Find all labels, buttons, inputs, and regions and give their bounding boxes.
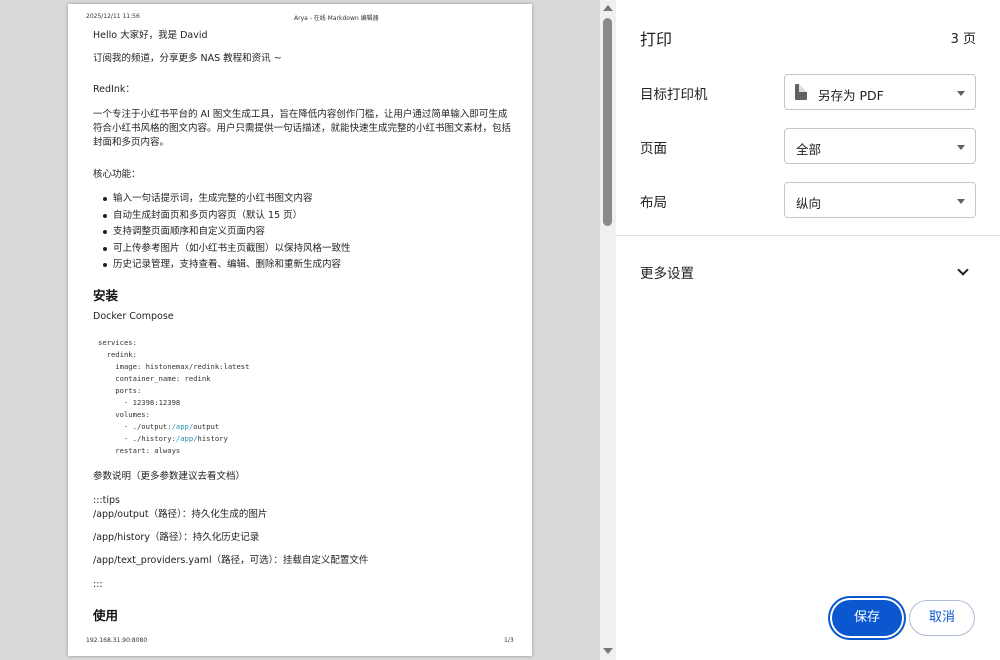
pages-select[interactable]: 全部 bbox=[784, 128, 976, 164]
list-item: 输入一句话提示词，生成完整的小红书图文内容 bbox=[93, 191, 351, 208]
scroll-down-arrow-icon[interactable] bbox=[603, 648, 613, 654]
history-path-line: /app/history（路径）：持久化历史记录 bbox=[93, 532, 260, 543]
preview-page: 2025/12/11 11:56 Arya - 在线 Markdown 编辑器 … bbox=[68, 4, 532, 656]
tips-open: :::tips bbox=[93, 495, 120, 506]
more-settings-label: 更多设置 bbox=[640, 266, 694, 282]
features-list: 输入一句话提示词，生成完整的小红书图文内容 自动生成封面页和多页内容页（默认 1… bbox=[93, 191, 351, 274]
features-title: 核心功能： bbox=[93, 169, 141, 180]
save-button[interactable]: 保存 bbox=[832, 600, 902, 636]
layout-label: 布局 bbox=[640, 195, 667, 211]
preview-scrollbar[interactable] bbox=[600, 0, 616, 660]
page-header-datetime: 2025/12/11 11:56 bbox=[86, 13, 140, 20]
page-footer-url: 192.168.31.90:8080 bbox=[86, 637, 148, 644]
print-settings-panel: 打印 3 页 目标打印机 另存为 PDF 页面 全部 布局 纵向 更多设置 保存… bbox=[616, 0, 1000, 660]
page-count: 3 页 bbox=[950, 32, 976, 47]
page-footer-number: 1/3 bbox=[504, 637, 514, 644]
usage-heading: 使用 bbox=[93, 608, 119, 623]
layout-value: 纵向 bbox=[796, 196, 822, 211]
list-item: 支持调整页面顺序和自定义页面内容 bbox=[93, 224, 351, 241]
panel-title: 打印 bbox=[640, 30, 673, 49]
list-item: 自动生成封面页和多页内容页（默认 15 页） bbox=[93, 208, 351, 225]
list-item: 历史记录管理，支持查看、编辑、删除和重新生成内容 bbox=[93, 257, 351, 274]
layout-select[interactable]: 纵向 bbox=[784, 182, 976, 218]
dropdown-arrow-icon bbox=[957, 199, 965, 204]
section-divider bbox=[616, 235, 1000, 236]
printer-value: 另存为 PDF bbox=[818, 88, 884, 103]
dropdown-arrow-icon bbox=[957, 91, 965, 96]
pages-label: 页面 bbox=[640, 141, 667, 157]
scroll-up-arrow-icon[interactable] bbox=[603, 5, 613, 11]
dropdown-arrow-icon bbox=[957, 145, 965, 150]
pages-value: 全部 bbox=[796, 142, 822, 157]
print-preview-area: 2025/12/11 11:56 Arya - 在线 Markdown 编辑器 … bbox=[0, 0, 616, 660]
printer-label: 目标打印机 bbox=[640, 87, 708, 103]
scrollbar-thumb[interactable] bbox=[603, 18, 612, 226]
cancel-button[interactable]: 取消 bbox=[909, 600, 975, 636]
greeting-line: Hello 大家好，我是 David bbox=[93, 30, 208, 41]
tips-close: ::: bbox=[93, 579, 103, 590]
pdf-document-icon bbox=[795, 84, 807, 100]
list-item: 可上传参考图片（如小红书主页截图）以保持风格一致性 bbox=[93, 241, 351, 258]
params-line: 参数说明（更多参数建议去看文档） bbox=[93, 471, 246, 482]
code-block: services: redink: image: histonemax/redi… bbox=[98, 338, 250, 455]
more-settings-toggle[interactable]: 更多设置 bbox=[616, 252, 1000, 292]
redink-title: RedInk： bbox=[93, 84, 135, 95]
install-heading: 安装 bbox=[93, 288, 119, 303]
subscribe-line: 订阅我的频道，分享更多 NAS 教程和资讯 ~ bbox=[93, 53, 282, 64]
chevron-down-icon bbox=[957, 264, 969, 276]
output-path-line: /app/output（路径）：持久化生成的图片 bbox=[93, 509, 268, 520]
providers-path-line: /app/text_providers.yaml（路径，可选）：挂载自定义配置文… bbox=[93, 555, 369, 566]
intro-paragraph: 一个专注于小红书平台的 AI 图文生成工具，旨在降低内容创作门槛，让用户通过简单… bbox=[93, 109, 512, 148]
docker-compose-label: Docker Compose bbox=[93, 311, 174, 322]
page-header-title: Arya - 在线 Markdown 编辑器 bbox=[294, 15, 379, 22]
printer-select[interactable]: 另存为 PDF bbox=[784, 74, 976, 110]
